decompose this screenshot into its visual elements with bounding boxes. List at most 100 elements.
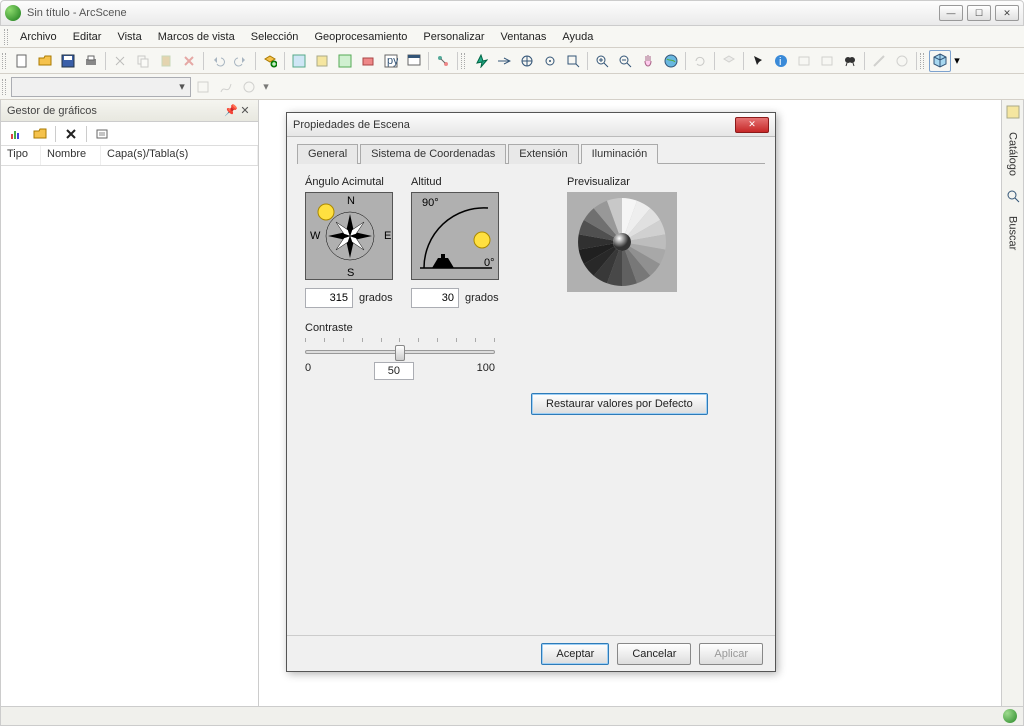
menu-archivo[interactable]: Archivo	[12, 29, 65, 45]
print-icon[interactable]	[80, 50, 102, 72]
col-tipo[interactable]: Tipo	[1, 146, 41, 165]
dialog-close-button[interactable]: ✕	[735, 117, 769, 133]
menu-editar[interactable]: Editar	[65, 29, 110, 45]
navigate-icon[interactable]	[470, 50, 492, 72]
catalog-icon[interactable]	[311, 50, 333, 72]
zoom-in-icon[interactable]	[591, 50, 613, 72]
dropdown-icon[interactable]: ▾	[952, 50, 962, 72]
azimuth-compass[interactable]: N E S W	[305, 192, 393, 280]
save-icon[interactable]	[57, 50, 79, 72]
center-icon[interactable]	[516, 50, 538, 72]
zoom-target-icon[interactable]	[539, 50, 561, 72]
barrier-icon[interactable]	[238, 76, 260, 98]
fly-icon[interactable]	[493, 50, 515, 72]
contrast-max: 100	[477, 362, 495, 380]
tab-iluminacion[interactable]: Iluminación	[581, 144, 659, 164]
contrast-min: 0	[305, 362, 311, 380]
slider-ticks	[305, 338, 495, 342]
col-nombre[interactable]: Nombre	[41, 146, 101, 165]
add-data-icon[interactable]	[259, 50, 281, 72]
delete-icon[interactable]	[178, 50, 200, 72]
menu-marcos[interactable]: Marcos de vista	[150, 29, 243, 45]
contrast-slider[interactable]	[305, 350, 495, 354]
search-dock-icon[interactable]	[1005, 188, 1021, 204]
find-icon[interactable]	[839, 50, 861, 72]
cube-icon[interactable]	[929, 50, 951, 72]
panel-close-icon[interactable]: ✕	[238, 104, 252, 117]
html-icon[interactable]	[816, 50, 838, 72]
copy-icon[interactable]	[132, 50, 154, 72]
layer-combo[interactable]: ▾	[11, 77, 191, 97]
layer-icon[interactable]	[718, 50, 740, 72]
chevron-down-icon: ▾	[174, 80, 190, 93]
svg-text:py: py	[387, 55, 398, 67]
catalog-dock-icon[interactable]	[1005, 104, 1021, 120]
azimuth-label: Ángulo Acimutal	[305, 176, 393, 188]
contrast-value[interactable]: 50	[374, 362, 414, 380]
altitude-input[interactable]	[411, 288, 459, 308]
tab-coordenadas[interactable]: Sistema de Coordenadas	[360, 144, 506, 164]
pin-icon[interactable]: 📌	[224, 104, 238, 117]
window-icon[interactable]	[403, 50, 425, 72]
panel-toolbar	[1, 122, 258, 146]
time-icon[interactable]	[891, 50, 913, 72]
undo-icon[interactable]	[207, 50, 229, 72]
zoom-box-icon[interactable]	[562, 50, 584, 72]
close-button[interactable]: ✕	[995, 5, 1019, 21]
preview-group: Previsualizar	[567, 176, 677, 308]
altitude-group: Altitud 90° 0° grados	[411, 176, 499, 308]
source-icon[interactable]	[192, 76, 214, 98]
slider-thumb[interactable]	[395, 345, 405, 361]
menu-ayuda[interactable]: Ayuda	[554, 29, 601, 45]
azimuth-group: Ángulo Acimutal	[305, 176, 393, 308]
route-icon[interactable]	[215, 76, 237, 98]
identify-icon[interactable]: i	[770, 50, 792, 72]
dialog-body: General Sistema de Coordenadas Extensión…	[287, 137, 775, 635]
cancel-button[interactable]: Cancelar	[617, 643, 691, 665]
paste-icon[interactable]	[155, 50, 177, 72]
hyperlink-icon[interactable]	[793, 50, 815, 72]
restore-defaults-button[interactable]: Restaurar valores por Defecto	[531, 393, 708, 415]
refresh-icon[interactable]	[689, 50, 711, 72]
python-icon[interactable]: py	[380, 50, 402, 72]
illumination-pane: Ángulo Acimutal	[297, 164, 765, 392]
tab-general[interactable]: General	[297, 144, 358, 164]
full-extent-icon[interactable]	[660, 50, 682, 72]
model-icon[interactable]	[432, 50, 454, 72]
azimuth-input[interactable]	[305, 288, 353, 308]
svg-text:90°: 90°	[422, 197, 439, 209]
ok-button[interactable]: Aceptar	[541, 643, 609, 665]
redo-icon[interactable]	[230, 50, 252, 72]
new-icon[interactable]	[11, 50, 33, 72]
chart-icon[interactable]	[5, 123, 27, 145]
dialog-titlebar[interactable]: Propiedades de Escena ✕	[287, 113, 775, 137]
maximize-button[interactable]: ☐	[967, 5, 991, 21]
pan-icon[interactable]	[637, 50, 659, 72]
col-capas[interactable]: Capa(s)/Tabla(s)	[101, 146, 258, 165]
pointer-icon[interactable]	[747, 50, 769, 72]
search-icon[interactable]	[334, 50, 356, 72]
open-icon[interactable]	[34, 50, 56, 72]
search-dock-tab[interactable]: Buscar	[1007, 214, 1019, 252]
measure-icon[interactable]	[868, 50, 890, 72]
cut-icon[interactable]	[109, 50, 131, 72]
menu-geoprocesamiento[interactable]: Geoprocesamiento	[306, 29, 415, 45]
tab-extension[interactable]: Extensión	[508, 144, 578, 164]
apply-button[interactable]: Aplicar	[699, 643, 763, 665]
properties-icon[interactable]	[91, 123, 113, 145]
altitude-arc[interactable]: 90° 0°	[411, 192, 499, 280]
toolbox-icon[interactable]	[357, 50, 379, 72]
menu-personalizar[interactable]: Personalizar	[415, 29, 492, 45]
toc-icon[interactable]	[288, 50, 310, 72]
statusbar	[0, 706, 1024, 726]
minimize-button[interactable]: —	[939, 5, 963, 21]
zoom-out-icon[interactable]	[614, 50, 636, 72]
dropdown-icon[interactable]: ▾	[261, 76, 271, 98]
catalog-dock-tab[interactable]: Catálogo	[1007, 130, 1019, 178]
dialog-tabs: General Sistema de Coordenadas Extensión…	[297, 143, 765, 164]
menu-ventanas[interactable]: Ventanas	[493, 29, 555, 45]
open-chart-icon[interactable]	[29, 123, 51, 145]
menu-seleccion[interactable]: Selección	[243, 29, 307, 45]
delete-chart-icon[interactable]	[60, 123, 82, 145]
menu-vista[interactable]: Vista	[109, 29, 149, 45]
